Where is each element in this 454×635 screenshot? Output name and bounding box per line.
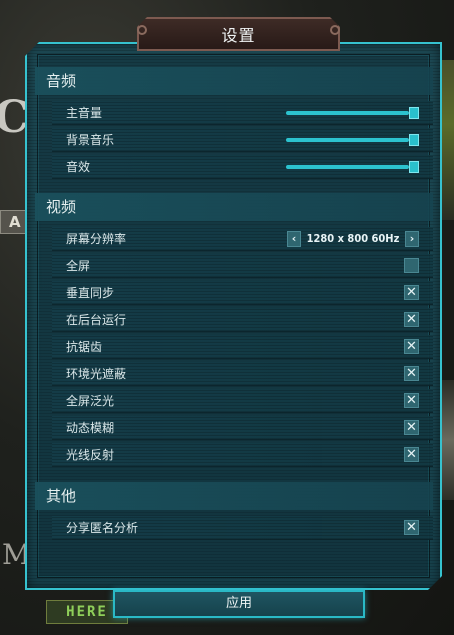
setting-row-master-volume: 主音量 [52, 101, 433, 125]
antialiasing-checkbox[interactable]: ✕ [404, 339, 419, 354]
setting-row-antialiasing: 抗锯齿 ✕ [52, 335, 433, 359]
setting-row-resolution: 屏幕分辨率 ‹ 1280 x 800 60Hz › [52, 227, 433, 251]
setting-label: 分享匿名分析 [66, 521, 139, 535]
motion-blur-checkbox[interactable]: ✕ [404, 420, 419, 435]
setting-label: 音效 [66, 160, 91, 174]
run-in-background-checkbox[interactable]: ✕ [404, 312, 419, 327]
sfx-volume-slider[interactable] [286, 160, 419, 174]
setting-row-motion-blur: 动态模糊 ✕ [52, 416, 433, 440]
master-volume-slider[interactable] [286, 106, 419, 120]
setting-label: 屏幕分辨率 [66, 232, 127, 246]
setting-row-sfx-volume: 音效 [52, 155, 433, 179]
slider-knob[interactable] [409, 107, 419, 119]
bloom-checkbox[interactable]: ✕ [404, 393, 419, 408]
reflections-checkbox[interactable]: ✕ [404, 447, 419, 462]
setting-label: 垂直同步 [66, 286, 115, 300]
setting-label: 全屏泛光 [66, 394, 115, 408]
resolution-next-button[interactable]: › [405, 231, 419, 247]
setting-row-reflections: 光线反射 ✕ [52, 443, 433, 467]
anonymous-analytics-checkbox[interactable]: ✕ [404, 520, 419, 535]
setting-row-run-in-background: 在后台运行 ✕ [52, 308, 433, 332]
section-audio-header: 音频 [35, 67, 433, 95]
setting-label: 光线反射 [66, 448, 115, 462]
setting-row-ambient-occlusion: 环境光遮蔽 ✕ [52, 362, 433, 386]
resolution-prev-button[interactable]: ‹ [287, 231, 301, 247]
settings-title: 设置 [137, 17, 340, 51]
setting-row-fullscreen: 全屏 [52, 254, 433, 278]
resolution-selector: ‹ 1280 x 800 60Hz › [287, 231, 419, 247]
music-volume-slider[interactable] [286, 133, 419, 147]
apply-button[interactable]: 应用 [113, 590, 365, 618]
resolution-value: 1280 x 800 60Hz [306, 232, 400, 245]
section-audio-title: 音频 [46, 72, 77, 90]
slider-knob[interactable] [409, 161, 419, 173]
section-video-title: 视频 [46, 198, 77, 216]
settings-title-text: 设置 [221, 26, 256, 45]
setting-row-music-volume: 背景音乐 [52, 128, 433, 152]
setting-label: 环境光遮蔽 [66, 367, 127, 381]
setting-row-anonymous-analytics: 分享匿名分析 ✕ [52, 516, 433, 540]
setting-label: 主音量 [66, 106, 103, 120]
setting-label: 全屏 [66, 259, 91, 273]
slider-knob[interactable] [409, 134, 419, 146]
fullscreen-checkbox[interactable] [404, 258, 419, 273]
setting-label: 动态模糊 [66, 421, 115, 435]
setting-row-vsync: 垂直同步 ✕ [52, 281, 433, 305]
section-video-header: 视频 [35, 193, 433, 221]
vsync-checkbox[interactable]: ✕ [404, 285, 419, 300]
section-other-title: 其他 [46, 487, 77, 505]
ambient-occlusion-checkbox[interactable]: ✕ [404, 366, 419, 381]
section-other-header: 其他 [35, 482, 433, 510]
setting-label: 在后台运行 [66, 313, 127, 327]
setting-label: 背景音乐 [66, 133, 115, 147]
setting-row-bloom: 全屏泛光 ✕ [52, 389, 433, 413]
setting-label: 抗锯齿 [66, 340, 103, 354]
